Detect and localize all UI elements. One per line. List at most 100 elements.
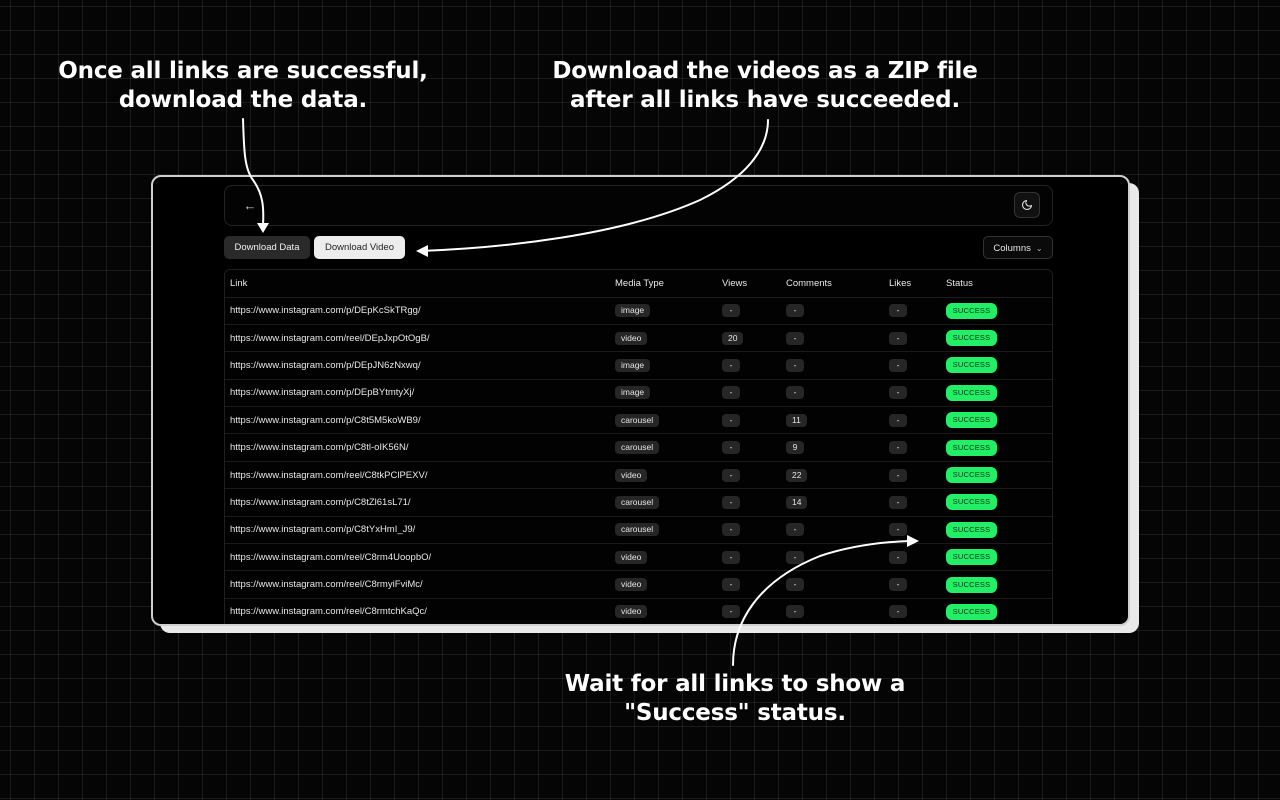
status-badge: SUCCESS — [946, 357, 997, 374]
cell-comments: - — [781, 297, 884, 325]
column-header-link[interactable]: Link — [225, 270, 610, 298]
cell-media-type: image — [610, 297, 717, 325]
link-cell[interactable]: https://www.instagram.com/reel/C8rm4Uoop… — [225, 543, 610, 572]
cell-status: SUCCESS — [941, 406, 1052, 435]
table-row[interactable]: https://www.instagram.com/p/C8t5M5koWB9/… — [225, 406, 1052, 435]
cell-media-type: carousel — [610, 433, 717, 462]
cell-comments: - — [781, 516, 884, 545]
link-cell[interactable]: https://www.instagram.com/reel/C8rmtchKa… — [225, 598, 610, 624]
column-header-likes[interactable]: Likes — [884, 270, 941, 298]
cell-status: SUCCESS — [941, 433, 1052, 462]
media-type-badge: carousel — [615, 495, 660, 509]
status-badge: SUCCESS — [946, 330, 997, 347]
cell-status: SUCCESS — [941, 543, 1052, 572]
column-header-status[interactable]: Status — [941, 270, 1052, 298]
comments-value: 9 — [786, 441, 804, 455]
download-data-button[interactable]: Download Data — [224, 236, 310, 259]
cell-views: - — [717, 598, 781, 624]
table-row[interactable]: https://www.instagram.com/reel/C8rmyiFvi… — [225, 570, 1052, 599]
views-value: - — [722, 605, 740, 619]
status-badge: SUCCESS — [946, 576, 997, 593]
status-badge: SUCCESS — [946, 302, 997, 319]
likes-value: - — [889, 468, 907, 482]
cell-status: SUCCESS — [941, 379, 1052, 408]
link-cell[interactable]: https://www.instagram.com/reel/C8tkPClPE… — [225, 461, 610, 490]
comments-value: 22 — [786, 468, 808, 482]
table-header-row: Link Media Type Views Comments Likes Sta… — [225, 270, 1052, 298]
media-type-badge: carousel — [615, 441, 660, 455]
cell-media-type: video — [610, 598, 717, 624]
likes-value: - — [889, 578, 907, 592]
link-cell[interactable]: https://www.instagram.com/p/C8t5M5koWB9/ — [225, 406, 610, 435]
likes-value: - — [889, 304, 907, 318]
cell-media-type: video — [610, 461, 717, 490]
media-type-badge: image — [615, 386, 651, 400]
theme-toggle-button[interactable] — [1014, 192, 1040, 218]
results-table: Link Media Type Views Comments Likes Sta… — [224, 269, 1053, 624]
column-header-comments[interactable]: Comments — [781, 270, 884, 298]
table-row[interactable]: https://www.instagram.com/p/DEpBYtmtyXj/… — [225, 379, 1052, 408]
app-window: ← Download Data Download Video Columns ⌄ … — [151, 175, 1130, 626]
status-badge: SUCCESS — [946, 549, 997, 566]
cell-media-type: video — [610, 543, 717, 572]
cell-comments: - — [781, 570, 884, 599]
table-row[interactable]: https://www.instagram.com/p/C8tZl61sL71/… — [225, 488, 1052, 517]
callout-line: Once all links are successful, — [58, 58, 428, 84]
column-header-views[interactable]: Views — [717, 270, 781, 298]
likes-value: - — [889, 331, 907, 345]
cell-views: - — [717, 406, 781, 435]
cell-media-type: carousel — [610, 406, 717, 435]
cell-media-type: video — [610, 324, 717, 353]
table-row[interactable]: https://www.instagram.com/reel/C8tkPClPE… — [225, 461, 1052, 490]
likes-value: - — [889, 523, 907, 537]
cell-media-type: video — [610, 570, 717, 599]
download-video-button[interactable]: Download Video — [314, 236, 405, 259]
media-type-badge: image — [615, 304, 651, 318]
likes-value: - — [889, 413, 907, 427]
cell-comments: - — [781, 598, 884, 624]
back-button[interactable]: ← — [239, 196, 261, 216]
link-cell[interactable]: https://www.instagram.com/p/DEpKcSkTRgg/ — [225, 297, 610, 325]
table-row[interactable]: https://www.instagram.com/reel/C8rmtchKa… — [225, 598, 1052, 624]
table-row[interactable]: https://www.instagram.com/p/DEpJN6zNxwq/… — [225, 351, 1052, 380]
table-row[interactable]: https://www.instagram.com/reel/DEpJxpOtO… — [225, 324, 1052, 353]
status-badge: SUCCESS — [946, 494, 997, 511]
link-cell[interactable]: https://www.instagram.com/reel/DEpJxpOtO… — [225, 324, 610, 353]
table-row[interactable]: https://www.instagram.com/p/DEpKcSkTRgg/… — [225, 297, 1052, 325]
chevron-down-icon: ⌄ — [1035, 244, 1043, 253]
cell-likes: - — [884, 543, 941, 572]
comments-value: - — [786, 523, 804, 537]
cell-likes: - — [884, 488, 941, 517]
table-row[interactable]: https://www.instagram.com/p/C8tl-oIK56N/… — [225, 433, 1052, 462]
status-badge: SUCCESS — [946, 603, 997, 620]
media-type-badge: video — [615, 578, 648, 592]
link-cell[interactable]: https://www.instagram.com/p/C8tZl61sL71/ — [225, 488, 610, 517]
callout-download-data: Once all links are successful, download … — [48, 57, 438, 115]
cell-media-type: carousel — [610, 488, 717, 517]
status-badge: SUCCESS — [946, 412, 997, 429]
cell-views: - — [717, 351, 781, 380]
table-row[interactable]: https://www.instagram.com/reel/C8rm4Uoop… — [225, 543, 1052, 572]
cell-comments: - — [781, 351, 884, 380]
views-value: - — [722, 304, 740, 318]
status-badge: SUCCESS — [946, 467, 997, 484]
link-cell[interactable]: https://www.instagram.com/p/DEpJN6zNxwq/ — [225, 351, 610, 380]
cell-media-type: carousel — [610, 516, 717, 545]
cell-comments: 14 — [781, 488, 884, 517]
cell-views: - — [717, 488, 781, 517]
views-value: - — [722, 358, 740, 372]
comments-value: - — [786, 331, 804, 345]
likes-value: - — [889, 605, 907, 619]
cell-status: SUCCESS — [941, 351, 1052, 380]
link-cell[interactable]: https://www.instagram.com/reel/C8rmyiFvi… — [225, 570, 610, 599]
link-cell[interactable]: https://www.instagram.com/p/DEpBYtmtyXj/ — [225, 379, 610, 408]
comments-value: - — [786, 605, 804, 619]
link-cell[interactable]: https://www.instagram.com/p/C8tYxHmI_J9/ — [225, 516, 610, 545]
cell-views: - — [717, 570, 781, 599]
cell-status: SUCCESS — [941, 570, 1052, 599]
table-row[interactable]: https://www.instagram.com/p/C8tYxHmI_J9/… — [225, 516, 1052, 545]
media-type-badge: carousel — [615, 413, 660, 427]
column-header-media-type[interactable]: Media Type — [610, 270, 717, 298]
columns-dropdown[interactable]: Columns ⌄ — [983, 236, 1053, 259]
link-cell[interactable]: https://www.instagram.com/p/C8tl-oIK56N/ — [225, 433, 610, 462]
